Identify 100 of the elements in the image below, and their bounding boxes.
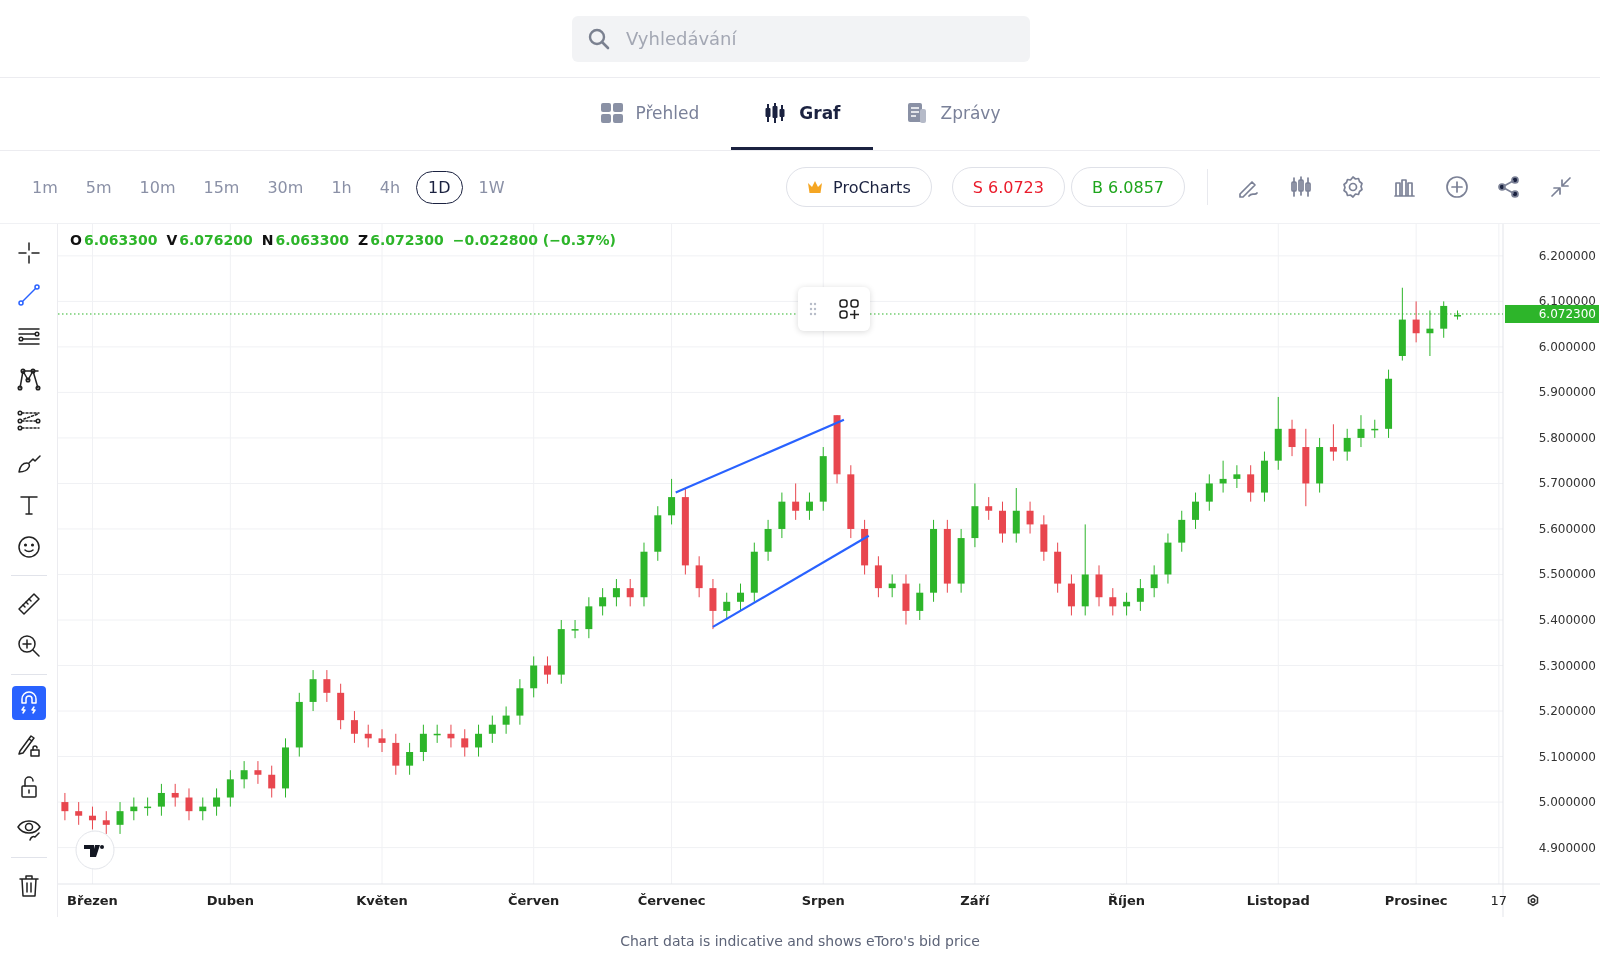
- candle: [226, 769, 234, 808]
- candle: [502, 706, 510, 735]
- legend-value: 6.063300: [83, 232, 158, 248]
- candle: [171, 783, 179, 808]
- crown-icon: [807, 180, 824, 194]
- price-axis-label: 5.900000: [1538, 385, 1596, 400]
- drag-handle-icon[interactable]: [808, 302, 817, 316]
- candle: [654, 505, 662, 562]
- candle: [1247, 464, 1255, 503]
- candle: [1150, 564, 1158, 598]
- legend-change: −0.022800 (−0.37%): [452, 232, 616, 248]
- price-axis-label: 6.000000: [1538, 339, 1596, 354]
- candle: [130, 797, 138, 821]
- search-input[interactable]: Vyhledávání: [624, 27, 1014, 50]
- candle: [1026, 501, 1034, 534]
- candle: [116, 801, 124, 835]
- candle: [337, 683, 345, 730]
- sell-button[interactable]: S 6.0723: [951, 167, 1065, 207]
- date-axis-label: Duben: [206, 893, 255, 908]
- settings-icon[interactable]: [1527, 894, 1539, 907]
- candle: [530, 655, 538, 698]
- interval-button[interactable]: 4h: [367, 170, 413, 204]
- candle: [888, 574, 896, 598]
- share-icon[interactable]: [1496, 174, 1522, 200]
- candle: [1095, 564, 1103, 607]
- candle: [1329, 423, 1337, 462]
- tab[interactable]: Graf: [731, 78, 873, 150]
- trend-channel-drawing[interactable]: [675, 418, 870, 628]
- candle: [1178, 510, 1186, 553]
- candle: [282, 737, 289, 798]
- date-axis-label: Prosinec: [1384, 893, 1448, 908]
- candle: [764, 519, 772, 562]
- candle: [985, 496, 993, 521]
- candle: [268, 765, 276, 798]
- price-axis-label: 6.200000: [1538, 248, 1596, 263]
- candle: [612, 578, 620, 607]
- candle: [419, 724, 427, 762]
- price-axis-label: 5.700000: [1538, 476, 1596, 491]
- candle: [295, 692, 303, 758]
- logo-icon[interactable]: [75, 830, 115, 870]
- candle: [1385, 369, 1393, 439]
- price-axis-label: 5.500000: [1538, 567, 1596, 582]
- candle: [488, 715, 496, 744]
- candle: [778, 492, 786, 539]
- candlestick-icon: [763, 100, 788, 125]
- tab[interactable]: Zprávy: [872, 78, 1033, 150]
- interval-button[interactable]: 10m: [127, 170, 188, 204]
- candlestick-icon[interactable]: [1288, 174, 1314, 200]
- candle: [1357, 414, 1365, 448]
- candle: [406, 742, 414, 776]
- candle: [709, 578, 717, 630]
- candle: [1260, 451, 1268, 503]
- candle: [805, 492, 813, 521]
- line-tool-icon: [15, 282, 42, 308]
- candle: [213, 787, 221, 817]
- price-axis-label: 5.100000: [1538, 749, 1596, 764]
- candle: [350, 710, 358, 744]
- legend-label: V: [166, 232, 178, 248]
- candle: [88, 806, 96, 830]
- candle: [1371, 419, 1379, 439]
- legend-label: Z: [358, 232, 369, 248]
- interval-button[interactable]: 1h: [319, 170, 364, 204]
- current-price-badge: 6.072300: [1505, 305, 1599, 323]
- buy-button[interactable]: B 6.0857: [1070, 167, 1185, 207]
- candle: [1219, 460, 1227, 494]
- candle: [144, 797, 152, 817]
- interval-button[interactable]: 1W: [466, 170, 517, 204]
- procharts-button[interactable]: ProCharts: [786, 167, 932, 207]
- collapse-icon[interactable]: [1548, 174, 1574, 200]
- candle: [1054, 542, 1062, 594]
- add-circle-icon[interactable]: [1444, 174, 1470, 200]
- search-field[interactable]: Vyhledávání: [572, 15, 1030, 62]
- tab[interactable]: Přehled: [567, 78, 732, 150]
- legend-label: O: [70, 232, 82, 248]
- grid-icon: [599, 100, 624, 125]
- interval-button[interactable]: 15m: [191, 170, 252, 204]
- legend-label: N: [261, 232, 274, 248]
- candle: [1067, 574, 1075, 616]
- candle: [378, 728, 386, 753]
- candle: [1205, 473, 1213, 512]
- candle: [461, 728, 469, 758]
- candle: [971, 482, 979, 548]
- emoji-icon: [15, 534, 42, 560]
- candle: [323, 669, 331, 703]
- candle: [571, 619, 579, 639]
- date-axis-label: Červen: [508, 893, 560, 908]
- interval-button[interactable]: 5m: [73, 170, 124, 204]
- candle: [102, 810, 110, 835]
- candle: [240, 760, 248, 789]
- add-widget-icon[interactable]: [837, 298, 860, 320]
- candle: [1136, 578, 1144, 612]
- interval-button[interactable]: 1m: [20, 170, 70, 204]
- date-axis-label: Listopad: [1246, 893, 1310, 908]
- candle: [185, 787, 193, 821]
- candle: [792, 482, 800, 521]
- candle: [1040, 514, 1048, 562]
- interval-button[interactable]: 30m: [255, 170, 316, 204]
- legend-value: 6.063300: [275, 232, 349, 248]
- candle: [1192, 492, 1199, 530]
- candle: [61, 792, 69, 821]
